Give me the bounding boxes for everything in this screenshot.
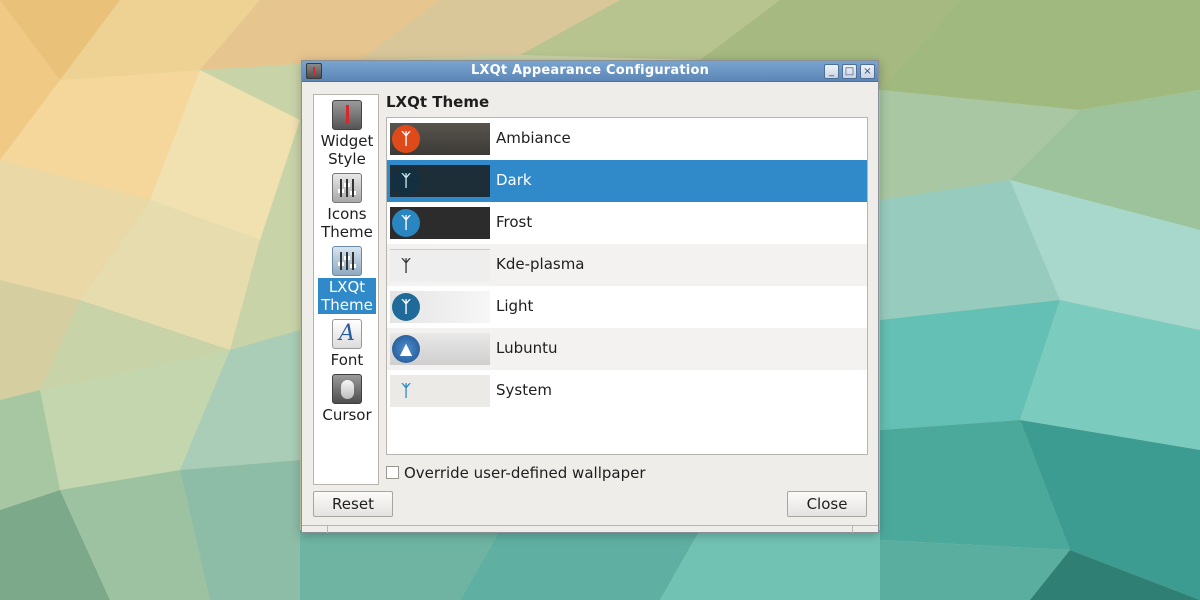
font-icon: A bbox=[332, 319, 362, 349]
lxqt-bird-icon: ᛉ bbox=[392, 125, 420, 153]
sidebar-item-label: Font bbox=[330, 351, 364, 369]
theme-preview-image: ᛉ bbox=[390, 123, 490, 155]
theme-preview-image: ᛉ bbox=[390, 375, 490, 407]
sidebar-item-label: Widget Style bbox=[320, 132, 374, 168]
lxqt-bird-icon: ᛉ bbox=[401, 381, 411, 400]
override-wallpaper-checkbox[interactable] bbox=[386, 466, 399, 479]
theme-row-lubuntu[interactable]: ▲ Lubuntu bbox=[387, 328, 867, 370]
close-window-button[interactable]: × bbox=[860, 64, 875, 79]
theme-name: Ambiance bbox=[496, 129, 571, 147]
sidebar-item-cursor[interactable]: Cursor bbox=[318, 374, 376, 424]
theme-preview-image: ᛉ bbox=[390, 165, 490, 197]
theme-name: Dark bbox=[496, 171, 532, 189]
theme-row-system[interactable]: ᛉ System bbox=[387, 370, 867, 412]
section-title: LXQt Theme bbox=[386, 93, 490, 111]
maximize-button[interactable]: □ bbox=[842, 64, 857, 79]
window-title: LXQt Appearance Configuration bbox=[470, 63, 710, 78]
sidebar-item-font[interactable]: A Font bbox=[318, 319, 376, 369]
category-sidebar: Widget Style Icons Theme LXQt Theme A Fo… bbox=[313, 94, 379, 485]
lxqt-theme-icon bbox=[332, 246, 362, 276]
sidebar-item-lxqt-theme[interactable]: LXQt Theme bbox=[318, 246, 376, 314]
lxqt-bird-icon: ᛉ bbox=[392, 167, 420, 195]
title-bar[interactable]: LXQt Appearance Configuration _ □ × bbox=[302, 61, 878, 82]
theme-row-dark[interactable]: ᛉ Dark bbox=[387, 160, 867, 202]
theme-name: Lubuntu bbox=[496, 339, 558, 357]
override-wallpaper-label: Override user-defined wallpaper bbox=[404, 464, 646, 482]
sidebar-item-label: LXQt Theme bbox=[318, 278, 376, 314]
theme-row-light[interactable]: ᛉ Light bbox=[387, 286, 867, 328]
sidebar-item-widget-style[interactable]: Widget Style bbox=[318, 100, 376, 168]
theme-name: Light bbox=[496, 297, 534, 315]
icons-theme-icon bbox=[332, 173, 362, 203]
status-bar bbox=[302, 525, 878, 533]
sidebar-item-label: Cursor bbox=[322, 406, 372, 424]
theme-name: System bbox=[496, 381, 552, 399]
sidebar-item-label: Icons Theme bbox=[321, 205, 373, 241]
cursor-icon bbox=[332, 374, 362, 404]
lxqt-bird-icon: ᛉ bbox=[392, 209, 420, 237]
theme-preview-image: ᛉ bbox=[390, 249, 490, 281]
theme-row-frost[interactable]: ᛉ Frost bbox=[387, 202, 867, 244]
close-button[interactable]: Close bbox=[787, 491, 867, 517]
minimize-button[interactable]: _ bbox=[824, 64, 839, 79]
theme-name: Kde-plasma bbox=[496, 255, 585, 273]
theme-list[interactable]: ᛉ Ambiance ᛉ Dark ᛉ Frost ᛉ Kde-plasma ᛉ bbox=[386, 117, 868, 455]
lxqt-bird-icon: ᛉ bbox=[392, 293, 420, 321]
status-bar-divider bbox=[327, 526, 328, 533]
sidebar-item-icons-theme[interactable]: Icons Theme bbox=[318, 173, 376, 241]
theme-row-kde-plasma[interactable]: ᛉ Kde-plasma bbox=[387, 244, 867, 286]
lxqt-bird-icon: ᛉ bbox=[401, 256, 411, 275]
theme-row-ambiance[interactable]: ᛉ Ambiance bbox=[387, 118, 867, 160]
theme-name: Frost bbox=[496, 213, 533, 231]
theme-preview-image: ᛉ bbox=[390, 207, 490, 239]
theme-preview-image: ᛉ bbox=[390, 291, 490, 323]
reset-button[interactable]: Reset bbox=[313, 491, 393, 517]
status-bar-divider bbox=[852, 526, 853, 533]
appearance-config-window: LXQt Appearance Configuration _ □ × Widg… bbox=[301, 60, 879, 533]
widget-style-icon bbox=[332, 100, 362, 130]
theme-preview-image: ▲ bbox=[390, 333, 490, 365]
lubuntu-logo-icon: ▲ bbox=[392, 335, 420, 363]
